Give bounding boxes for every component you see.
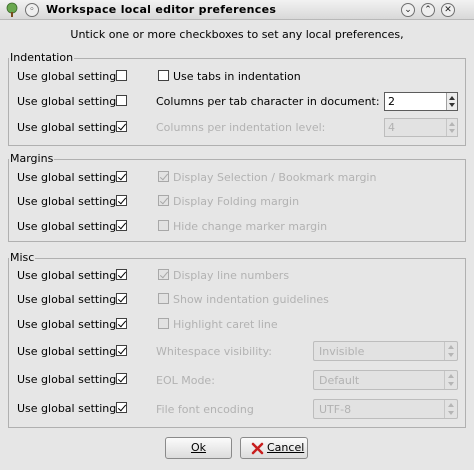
selection-margin-label: Display Selection / Bookmark margin xyxy=(173,171,377,184)
eol-mode-label: EOL Mode: xyxy=(156,374,215,387)
cancel-button[interactable]: Cancel xyxy=(240,437,308,459)
line-numbers-checkbox[interactable] xyxy=(158,269,169,280)
caret-line-global-checkbox[interactable] xyxy=(116,318,127,329)
window-title: Workspace local editor preferences xyxy=(46,3,277,16)
ok-label: Ok xyxy=(190,441,207,454)
combo-arrows-icon xyxy=(444,371,457,389)
eol-mode-global-checkbox[interactable] xyxy=(116,373,127,384)
tree-icon[interactable] xyxy=(4,2,20,18)
selection-margin-global-checkbox[interactable] xyxy=(116,171,127,182)
eol-mode-combobox[interactable]: Default xyxy=(313,370,458,390)
folding-margin-label: Display Folding margin xyxy=(173,195,300,208)
maximize-icon[interactable]: ⌃ xyxy=(421,3,435,17)
instruction-text: Untick one or more checkboxes to set any… xyxy=(70,28,404,41)
whitespace-value: Invisible xyxy=(319,345,365,358)
indent-columns-global-checkbox[interactable] xyxy=(116,95,127,106)
whitespace-global-label: Use global setting xyxy=(17,345,117,358)
indent-guides-global-label: Use global setting xyxy=(17,293,117,306)
change-marker-label: Hide change marker margin xyxy=(173,220,328,233)
folding-margin-global-label: Use global setting xyxy=(17,195,117,208)
combo-arrows-icon xyxy=(444,400,457,418)
indent-level-global-label: Use global setting xyxy=(17,121,117,134)
line-numbers-global-label: Use global setting xyxy=(17,269,117,282)
spin-arrows-icon xyxy=(446,119,457,136)
indent-guides-checkbox[interactable] xyxy=(158,293,169,304)
indentation-legend: Indentation xyxy=(9,51,75,64)
tab-columns-value[interactable]: 2 xyxy=(388,95,395,108)
encoding-value: UTF-8 xyxy=(319,403,352,416)
ok-button[interactable]: Ok xyxy=(165,437,232,459)
indent-level-global-checkbox[interactable] xyxy=(116,121,127,132)
eol-mode-value: Default xyxy=(319,374,360,387)
indent-level-label: Columns per indentation level: xyxy=(156,121,326,134)
encoding-label: File font encoding xyxy=(156,403,254,416)
indent-level-spinbox[interactable]: 4 xyxy=(384,118,458,137)
encoding-global-label: Use global setting xyxy=(17,402,117,415)
use-tabs-checkbox[interactable] xyxy=(158,70,169,81)
whitespace-combobox[interactable]: Invisible xyxy=(313,341,458,361)
whitespace-global-checkbox[interactable] xyxy=(116,345,127,356)
caret-line-label: Highlight caret line xyxy=(173,318,278,331)
title-bar[interactable]: ◦ Workspace local editor preferences ⌄ ⌃… xyxy=(0,0,474,20)
indent-columns-global-label: Use global setting xyxy=(17,95,117,108)
indent-tabs-global-checkbox[interactable] xyxy=(116,70,127,81)
eol-mode-global-label: Use global setting xyxy=(17,373,117,386)
tab-columns-label: Columns per tab character in document: xyxy=(156,95,380,108)
indent-level-value: 4 xyxy=(388,121,395,134)
folding-margin-global-checkbox[interactable] xyxy=(116,195,127,206)
line-numbers-global-checkbox[interactable] xyxy=(116,269,127,280)
margins-legend: Margins xyxy=(9,152,55,165)
change-marker-global-checkbox[interactable] xyxy=(116,220,127,231)
line-numbers-label: Display line numbers xyxy=(173,269,290,282)
encoding-combobox[interactable]: UTF-8 xyxy=(313,399,458,419)
selection-margin-checkbox[interactable] xyxy=(158,171,169,182)
spin-arrows-icon[interactable] xyxy=(446,93,457,110)
encoding-global-checkbox[interactable] xyxy=(116,402,127,413)
indent-tabs-global-label: Use global setting xyxy=(17,70,117,83)
caret-line-global-label: Use global setting xyxy=(17,318,117,331)
window-menu-icon[interactable]: ◦ xyxy=(25,3,39,17)
misc-legend: Misc xyxy=(9,251,36,264)
close-icon[interactable]: ✕ xyxy=(441,3,455,17)
caret-line-checkbox[interactable] xyxy=(158,318,169,329)
selection-margin-global-label: Use global setting xyxy=(17,171,117,184)
tab-columns-spinbox[interactable]: 2 xyxy=(384,92,458,111)
change-marker-global-label: Use global setting xyxy=(17,220,117,233)
indent-guides-global-checkbox[interactable] xyxy=(116,293,127,304)
whitespace-label: Whitespace visibility: xyxy=(156,345,272,358)
cancel-icon xyxy=(251,442,264,455)
minimize-icon[interactable]: ⌄ xyxy=(401,3,415,17)
use-tabs-label: Use tabs in indentation xyxy=(173,70,301,83)
indent-guides-label: Show indentation guidelines xyxy=(173,293,329,306)
folding-margin-checkbox[interactable] xyxy=(158,195,169,206)
change-marker-checkbox[interactable] xyxy=(158,220,169,231)
cancel-label: Cancel xyxy=(267,441,305,454)
combo-arrows-icon xyxy=(444,342,457,360)
